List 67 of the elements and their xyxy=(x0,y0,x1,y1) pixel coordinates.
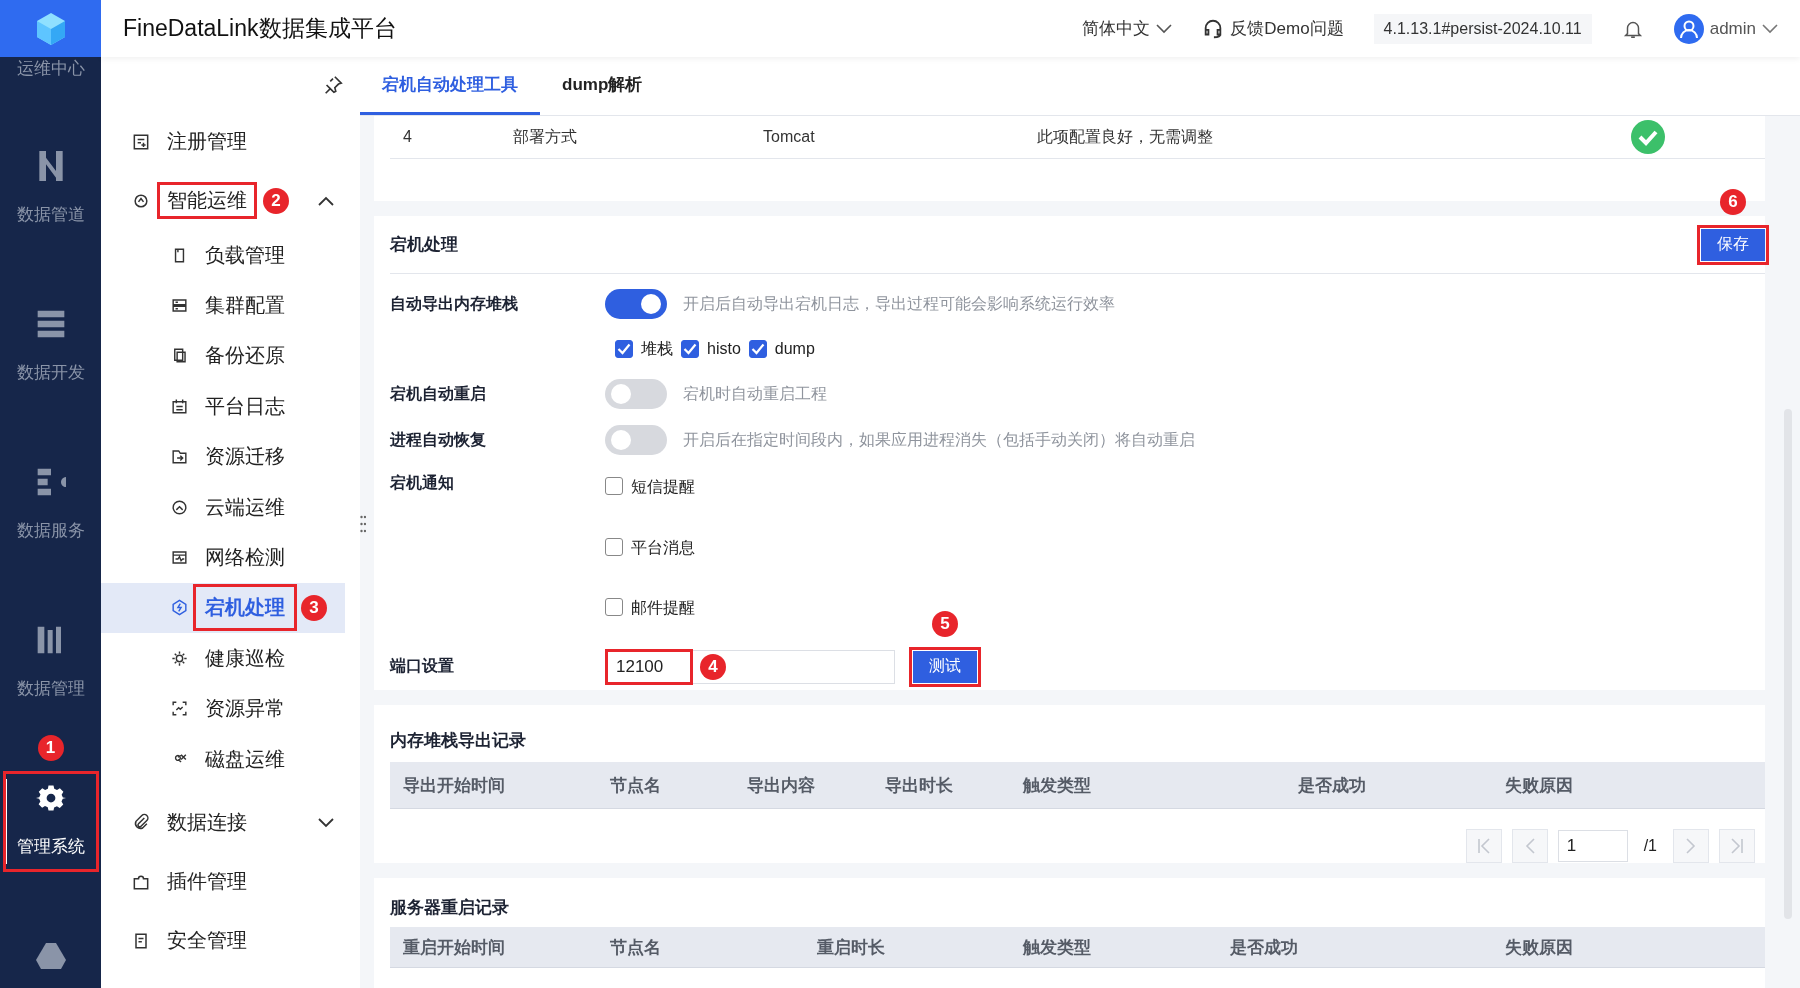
table-cell-text: 此项配置良好，无需调整 xyxy=(1037,126,1214,147)
sidebar-item[interactable]: 注册管理 xyxy=(161,127,253,156)
checkbox-label: 平台消息 xyxy=(631,537,695,558)
column-header: 节点名 xyxy=(610,774,662,797)
callout-number: 3 xyxy=(301,594,327,621)
sidebar-item[interactable]: 备份还原 xyxy=(197,336,293,376)
sidebar-item[interactable]: 插件管理 xyxy=(161,867,253,897)
column-header: 触发类型 xyxy=(1023,936,1092,959)
setting-label: 进程自动恢复 xyxy=(390,429,487,450)
rail-item[interactable]: 数据管道 xyxy=(6,143,95,236)
sidebar-item[interactable]: 安全管理 xyxy=(161,926,253,956)
section-title: 宕机处理 xyxy=(390,234,458,256)
sidebar-item[interactable]: 平台日志 xyxy=(197,386,293,426)
rail-item[interactable]: 数据开发 xyxy=(6,301,95,394)
hint-text: 开启后自动导出宕机日志，导出过程可能会影响系统运行效率 xyxy=(683,293,1115,314)
callout-number: 4 xyxy=(700,653,726,680)
checkbox-label: 短信提醒 xyxy=(631,477,695,497)
section-title: 内存堆栈导出记录 xyxy=(390,730,527,752)
column-header: 触发类型 xyxy=(1023,774,1092,797)
tab[interactable]: dump解析 xyxy=(540,57,665,115)
app-title: FineDataLink数据集成平台 xyxy=(123,14,397,43)
language-select[interactable]: 简体中文 xyxy=(1082,17,1173,40)
page-total: /1 xyxy=(1643,837,1657,855)
setting-label: 自动导出内存堆栈 xyxy=(390,293,519,314)
feedback-link[interactable]: 反馈Demo问题 xyxy=(1202,17,1344,40)
column-header: 重启开始时间 xyxy=(403,936,506,959)
checkbox-label: dump xyxy=(774,340,815,358)
sidebar-item[interactable]: 资源异常 xyxy=(197,689,293,729)
rail-item[interactable]: 运维中心 xyxy=(6,57,95,90)
hint-text: 宕机时自动重启工程 xyxy=(683,383,827,404)
setting-label: 宕机通知 xyxy=(390,473,455,493)
hint-text: 开启后在指定时间段内，如果应用进程消失（包括手动关闭）将自动重启 xyxy=(683,429,1195,450)
table-cell-text: Tomcat xyxy=(763,128,816,146)
sidebar-item[interactable]: 资源迁移 xyxy=(197,437,293,477)
column-header: 重启时长 xyxy=(817,936,886,959)
checkbox-label: histo xyxy=(707,340,741,358)
checkbox-label: 堆栈 xyxy=(641,338,673,359)
callout-number: 2 xyxy=(263,187,289,214)
column-header: 节点名 xyxy=(610,936,662,959)
column-header: 失败原因 xyxy=(1505,936,1574,959)
sidebar-item[interactable]: 集群配置 xyxy=(197,286,293,326)
section-title: 服务器重启记录 xyxy=(390,897,510,919)
table-cell-text: 部署方式 xyxy=(513,126,578,147)
page-input[interactable]: 1 xyxy=(1557,830,1628,862)
sidebar-item[interactable]: 云端运维 xyxy=(197,487,293,527)
column-header: 是否成功 xyxy=(1230,936,1299,959)
selected-row[interactable]: 宕机处理 3 xyxy=(101,582,345,634)
sidebar-item[interactable]: 负载管理 xyxy=(197,235,293,275)
column-header: 导出时长 xyxy=(885,774,954,797)
table-cell-text: 4 xyxy=(403,128,413,146)
user-menu[interactable]: admin xyxy=(1673,13,1778,44)
sidebar-item[interactable]: 数据连接 xyxy=(161,808,253,838)
checkbox-label: 邮件提醒 xyxy=(631,598,695,618)
column-header: 是否成功 xyxy=(1298,774,1367,797)
column-header: 导出开始时间 xyxy=(403,774,506,797)
version-label: 4.1.13.1#persist-2024.10.11 xyxy=(1373,13,1592,44)
callout-number: 5 xyxy=(932,610,958,637)
callout-number: 1 xyxy=(37,735,64,761)
column-header: 失败原因 xyxy=(1505,774,1574,797)
setting-label: 宕机自动重启 xyxy=(390,383,487,404)
rail-item[interactable]: 数据管理 xyxy=(6,617,95,710)
sidebar-item[interactable]: 网络检测 xyxy=(197,538,293,578)
setting-label: 端口设置 xyxy=(390,656,455,676)
column-header: 导出内容 xyxy=(747,774,816,797)
sidebar-item[interactable]: 磁盘运维 xyxy=(197,739,293,779)
rail-item[interactable]: 数据服务 xyxy=(6,459,95,552)
sidebar-item[interactable]: 健康巡检 xyxy=(197,638,293,678)
